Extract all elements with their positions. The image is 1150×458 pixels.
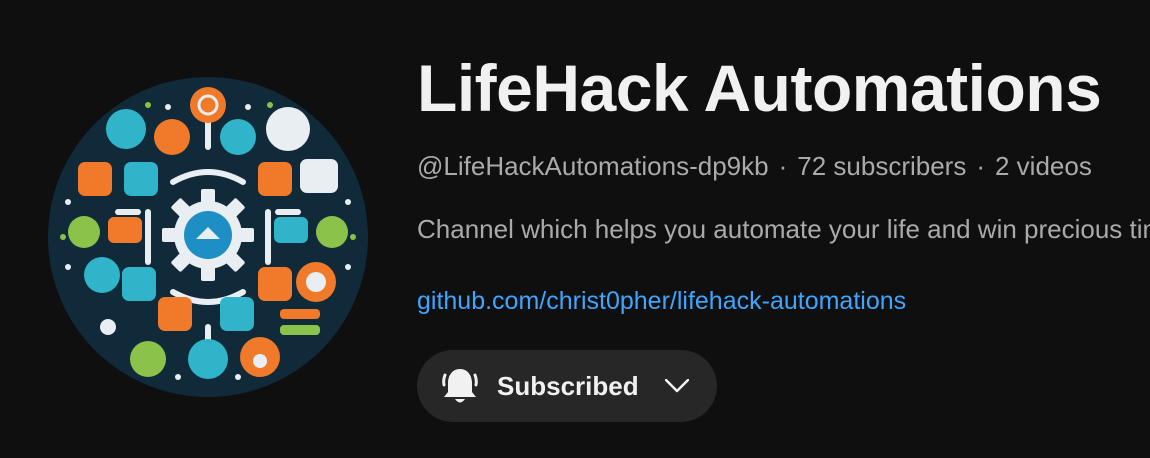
chevron-down-icon [664,374,689,398]
channel-link[interactable]: github.com/christ0pher/lifehack-automati… [417,287,906,316]
meta-separator: · [778,151,788,181]
avatar-illustration [48,77,368,397]
channel-avatar[interactable] [48,77,368,397]
channel-info: LifeHack Automations @LifeHackAutomation… [417,0,1150,458]
meta-separator: · [976,151,985,181]
channel-handle: @LifeHackAutomations-dp9kb [417,151,769,181]
video-count: 2 videos [995,151,1092,181]
subscriber-count: 72 subscribers [797,151,967,181]
channel-meta: @LifeHackAutomations-dp9kb · 72 subscriber… [417,151,1092,182]
subscribed-button[interactable]: Subscribed [417,350,717,422]
subscribed-label: Subscribed [497,370,639,401]
bell-icon [441,365,479,407]
channel-description[interactable]: Channel which helps you automate your li… [417,214,1150,245]
channel-title: LifeHack Automations [417,51,1102,125]
